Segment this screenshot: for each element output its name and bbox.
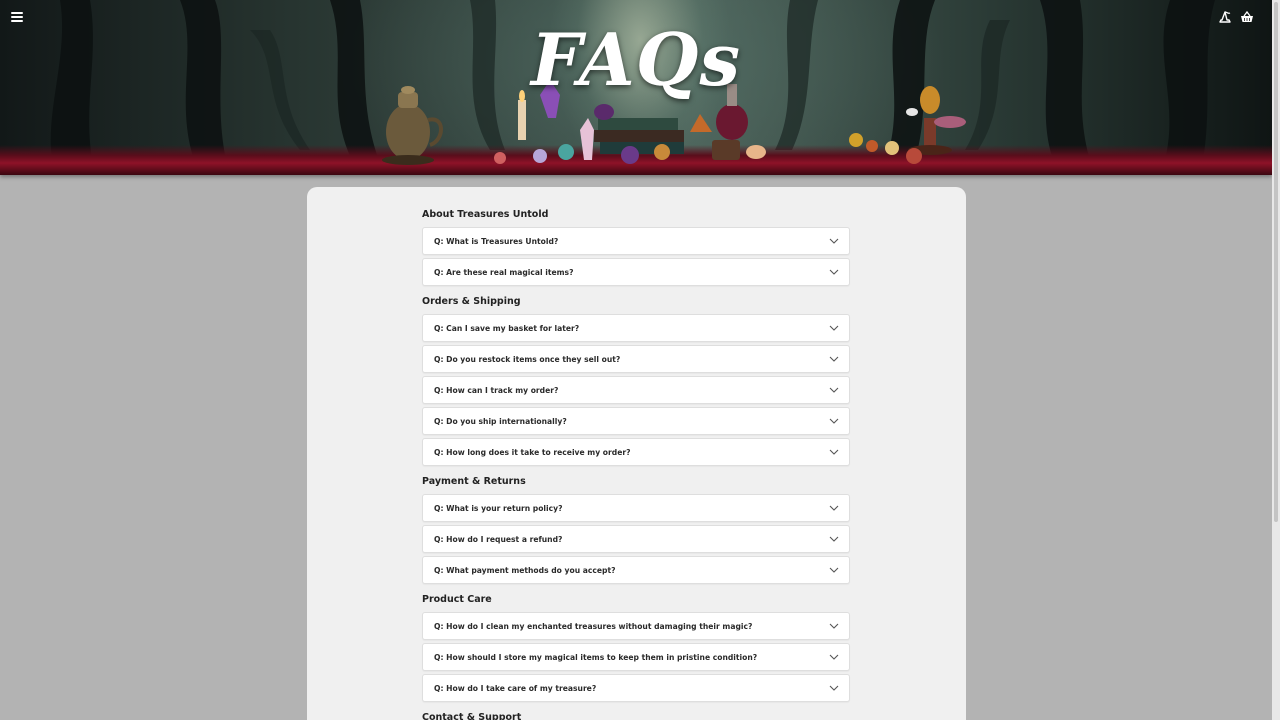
faq-section: Orders & Shipping Q: Can I save my basket… <box>422 296 850 466</box>
faq-question-item[interactable]: Q: Do you ship internationally? <box>422 407 850 435</box>
faq-question-item[interactable]: Q: Are these real magical items? <box>422 258 850 286</box>
chevron-down-icon <box>829 418 839 424</box>
chevron-down-icon <box>829 449 839 455</box>
faq-question-text: Q: Can I save my basket for later? <box>434 323 580 333</box>
faq-question-item[interactable]: Q: Can I save my basket for later? <box>422 314 850 342</box>
faq-section-title: Orders & Shipping <box>422 296 521 307</box>
faq-question-text: Q: How should I store my magical items t… <box>434 652 758 662</box>
chevron-down-icon <box>829 356 839 362</box>
faq-question-item[interactable]: Q: How can I track my order? <box>422 376 850 404</box>
faq-question-item[interactable]: Q: How should I store my magical items t… <box>422 643 850 671</box>
chevron-down-icon <box>829 654 839 660</box>
scrollbar[interactable] <box>1272 0 1280 720</box>
chevron-down-icon <box>829 325 839 331</box>
faq-question-item[interactable]: Q: What payment methods do you accept? <box>422 556 850 584</box>
chevron-down-icon <box>829 238 839 244</box>
faq-section: About Treasures Untold Q: What is Treasur… <box>422 209 850 286</box>
chevron-down-icon <box>829 505 839 511</box>
faq-section: Contact & Support <box>422 712 850 720</box>
scrollbar-thumb[interactable] <box>1274 2 1278 522</box>
faq-page: FAQs About Treasures Untold Q: What is Tr… <box>0 0 1280 720</box>
faq-section-title: Payment & Returns <box>422 476 526 487</box>
faq-question-text: Q: What payment methods do you accept? <box>434 565 616 575</box>
faq-question-text: Q: How do I request a refund? <box>434 534 563 544</box>
faq-question-text: Q: Do you ship internationally? <box>434 416 567 426</box>
wizard-hat-icon[interactable] <box>1218 10 1232 24</box>
header-actions <box>1218 10 1254 24</box>
faq-question-text: Q: How long does it take to receive my o… <box>434 447 631 457</box>
faq-question-text: Q: Are these real magical items? <box>434 267 574 277</box>
chevron-down-icon <box>829 387 839 393</box>
faq-question-text: Q: How can I track my order? <box>434 385 559 395</box>
faq-question-text: Q: What is Treasures Untold? <box>434 236 559 246</box>
faq-question-item[interactable]: Q: Do you restock items once they sell o… <box>422 345 850 373</box>
faq-section-title: About Treasures Untold <box>422 209 549 220</box>
faq-question-item[interactable]: Q: How do I clean my enchanted treasures… <box>422 612 850 640</box>
faq-section-title: Product Care <box>422 594 492 605</box>
faq-question-item[interactable]: Q: How do I request a refund? <box>422 525 850 553</box>
chevron-down-icon <box>829 567 839 573</box>
faq-question-text: Q: Do you restock items once they sell o… <box>434 354 621 364</box>
page-title: FAQs <box>530 17 741 102</box>
faq-question-item[interactable]: Q: How long does it take to receive my o… <box>422 438 850 466</box>
faq-list: About Treasures Untold Q: What is Treasur… <box>422 209 850 720</box>
hamburger-menu-icon[interactable] <box>10 10 24 24</box>
faq-question-item[interactable]: Q: What is Treasures Untold? <box>422 227 850 255</box>
faq-question-text: Q: How do I clean my enchanted treasures… <box>434 621 753 631</box>
faq-section: Product Care Q: How do I clean my enchant… <box>422 594 850 702</box>
chevron-down-icon <box>829 685 839 691</box>
hero-banner: FAQs <box>0 0 1272 175</box>
faq-question-item[interactable]: Q: How do I take care of my treasure? <box>422 674 850 702</box>
faq-section-title: Contact & Support <box>422 712 522 720</box>
chevron-down-icon <box>829 269 839 275</box>
chevron-down-icon <box>829 536 839 542</box>
faq-card: About Treasures Untold Q: What is Treasur… <box>307 187 966 720</box>
chevron-down-icon <box>829 623 839 629</box>
faq-question-item[interactable]: Q: What is your return policy? <box>422 494 850 522</box>
basket-icon[interactable] <box>1240 10 1254 24</box>
faq-section: Payment & Returns Q: What is your return … <box>422 476 850 584</box>
faq-question-text: Q: How do I take care of my treasure? <box>434 683 597 693</box>
faq-question-text: Q: What is your return policy? <box>434 503 563 513</box>
